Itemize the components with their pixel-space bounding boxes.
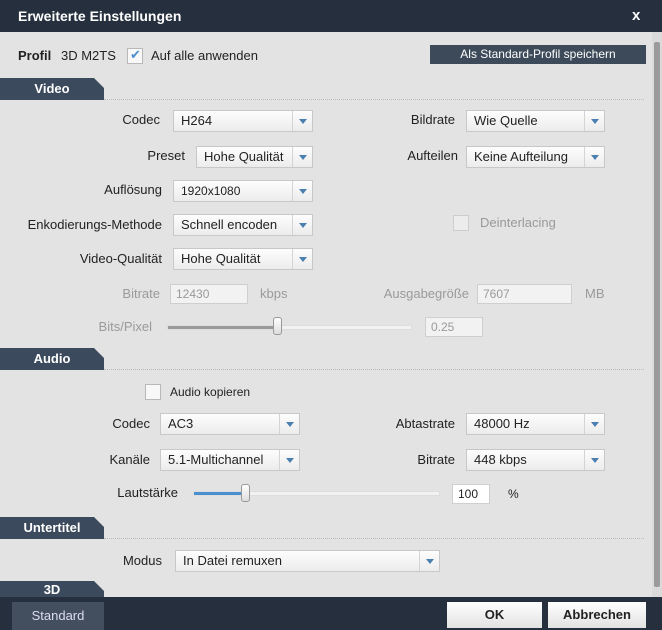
save-default-profile-button[interactable]: Als Standard-Profil speichern bbox=[430, 45, 646, 64]
bits-pixel-slider[interactable] bbox=[167, 325, 412, 330]
channels-select[interactable]: 5.1-Multichannel bbox=[160, 449, 300, 471]
samplerate-label: Abtastrate bbox=[395, 416, 455, 431]
audio-codec-label: Codec bbox=[112, 416, 150, 431]
bits-pixel-input[interactable]: 0.25 bbox=[425, 317, 483, 337]
standard-button[interactable]: Standard bbox=[12, 602, 104, 630]
title-bar: Erweiterte Einstellungen x bbox=[0, 0, 662, 32]
volume-slider-thumb[interactable] bbox=[240, 484, 250, 502]
apply-all-checkbox[interactable]: ✔ bbox=[127, 47, 143, 64]
checkmark-icon: ✔ bbox=[130, 47, 141, 62]
tab-video[interactable]: Video bbox=[0, 78, 104, 100]
channels-label: Kanäle bbox=[109, 452, 150, 467]
encoding-value: Schnell encoden bbox=[181, 217, 278, 232]
cancel-button[interactable]: Abbrechen bbox=[548, 602, 646, 628]
output-size-unit: MB bbox=[585, 286, 605, 301]
resolution-value: 1920x1080 bbox=[181, 184, 241, 198]
chevron-down-icon bbox=[292, 215, 312, 235]
framerate-label: Bildrate bbox=[410, 112, 455, 127]
audio-codec-select[interactable]: AC3 bbox=[160, 413, 300, 435]
audio-bitrate-select[interactable]: 448 kbps bbox=[466, 449, 605, 471]
chevron-down-icon bbox=[584, 414, 604, 434]
split-value: Keine Aufteilung bbox=[474, 149, 568, 164]
framerate-select[interactable]: Wie Quelle bbox=[466, 110, 605, 132]
chevron-down-icon bbox=[419, 551, 439, 571]
tab-3d[interactable]: 3D bbox=[0, 581, 104, 597]
deinterlacing-label: Deinterlacing bbox=[480, 215, 556, 230]
subtitle-mode-label: Modus bbox=[122, 553, 162, 568]
encoding-label: Enkodierungs-Methode bbox=[27, 217, 162, 232]
chevron-down-icon bbox=[584, 450, 604, 470]
audio-bitrate-value: 448 kbps bbox=[474, 452, 527, 467]
chevron-down-icon bbox=[584, 147, 604, 167]
output-size-input[interactable]: 7607 bbox=[477, 284, 572, 304]
chevron-down-icon bbox=[584, 111, 604, 131]
preset-label: Preset bbox=[147, 148, 185, 163]
divider bbox=[104, 369, 644, 370]
apply-all-label: Auf alle anwenden bbox=[151, 48, 258, 63]
codec-label: Codec bbox=[122, 112, 160, 127]
profile-value: 3D M2TS bbox=[61, 48, 116, 63]
volume-slider[interactable] bbox=[193, 491, 440, 496]
subtitle-mode-select[interactable]: In Datei remuxen bbox=[175, 550, 440, 572]
volume-input[interactable]: 100 bbox=[452, 484, 490, 504]
samplerate-select[interactable]: 48000 Hz bbox=[466, 413, 605, 435]
preset-select[interactable]: Hohe Qualität bbox=[196, 146, 313, 168]
chevron-down-icon bbox=[292, 249, 312, 269]
footer: Standard OK Abbrechen bbox=[0, 597, 662, 630]
quality-label: Video-Qualität bbox=[79, 251, 162, 266]
chevron-down-icon bbox=[279, 450, 299, 470]
chevron-down-icon bbox=[279, 414, 299, 434]
samplerate-value: 48000 Hz bbox=[474, 416, 530, 431]
copy-audio-label: Audio kopieren bbox=[170, 385, 251, 399]
output-size-label: Ausgabegröße bbox=[383, 286, 469, 301]
codec-select[interactable]: H264 bbox=[173, 110, 313, 132]
tab-audio[interactable]: Audio bbox=[0, 348, 104, 370]
profile-label: Profil bbox=[18, 48, 52, 63]
close-icon[interactable]: x bbox=[632, 7, 640, 24]
encoding-select[interactable]: Schnell encoden bbox=[173, 214, 313, 236]
chevron-down-icon bbox=[292, 147, 312, 167]
bits-pixel-label: Bits/Pixel bbox=[98, 319, 152, 334]
ok-button[interactable]: OK bbox=[447, 602, 542, 628]
channels-value: 5.1-Multichannel bbox=[168, 452, 264, 467]
tab-subtitle[interactable]: Untertitel bbox=[0, 517, 104, 539]
resolution-select[interactable]: 1920x1080 bbox=[173, 180, 313, 202]
resolution-label: Auflösung bbox=[104, 182, 162, 197]
subtitle-mode-value: In Datei remuxen bbox=[183, 553, 282, 568]
deinterlacing-checkbox[interactable] bbox=[453, 215, 469, 231]
divider bbox=[104, 99, 644, 100]
split-label: Aufteilen bbox=[407, 148, 458, 163]
scrollbar-thumb[interactable] bbox=[654, 42, 660, 587]
volume-label: Lautstärke bbox=[117, 485, 178, 500]
volume-unit: % bbox=[508, 487, 519, 501]
audio-codec-value: AC3 bbox=[168, 416, 194, 431]
framerate-value: Wie Quelle bbox=[474, 113, 538, 128]
quality-select[interactable]: Hohe Qualität bbox=[173, 248, 313, 270]
bitrate-label: Bitrate bbox=[122, 286, 160, 301]
codec-value: H264 bbox=[181, 113, 213, 128]
slider-fill bbox=[168, 326, 279, 329]
slider-fill bbox=[194, 492, 246, 495]
chevron-down-icon bbox=[292, 111, 312, 131]
audio-bitrate-label: Bitrate bbox=[417, 452, 455, 467]
bits-pixel-slider-thumb[interactable] bbox=[273, 317, 283, 335]
divider bbox=[104, 538, 644, 539]
split-select[interactable]: Keine Aufteilung bbox=[466, 146, 605, 168]
scrollbar[interactable] bbox=[652, 32, 662, 597]
dialog-title: Erweiterte Einstellungen bbox=[18, 8, 182, 24]
copy-audio-checkbox[interactable] bbox=[145, 384, 161, 400]
bitrate-unit: kbps bbox=[260, 286, 288, 301]
chevron-down-icon bbox=[292, 181, 312, 201]
bitrate-input[interactable]: 12430 bbox=[170, 284, 248, 304]
preset-value: Hohe Qualität bbox=[204, 149, 284, 164]
quality-value: Hohe Qualität bbox=[181, 251, 261, 266]
